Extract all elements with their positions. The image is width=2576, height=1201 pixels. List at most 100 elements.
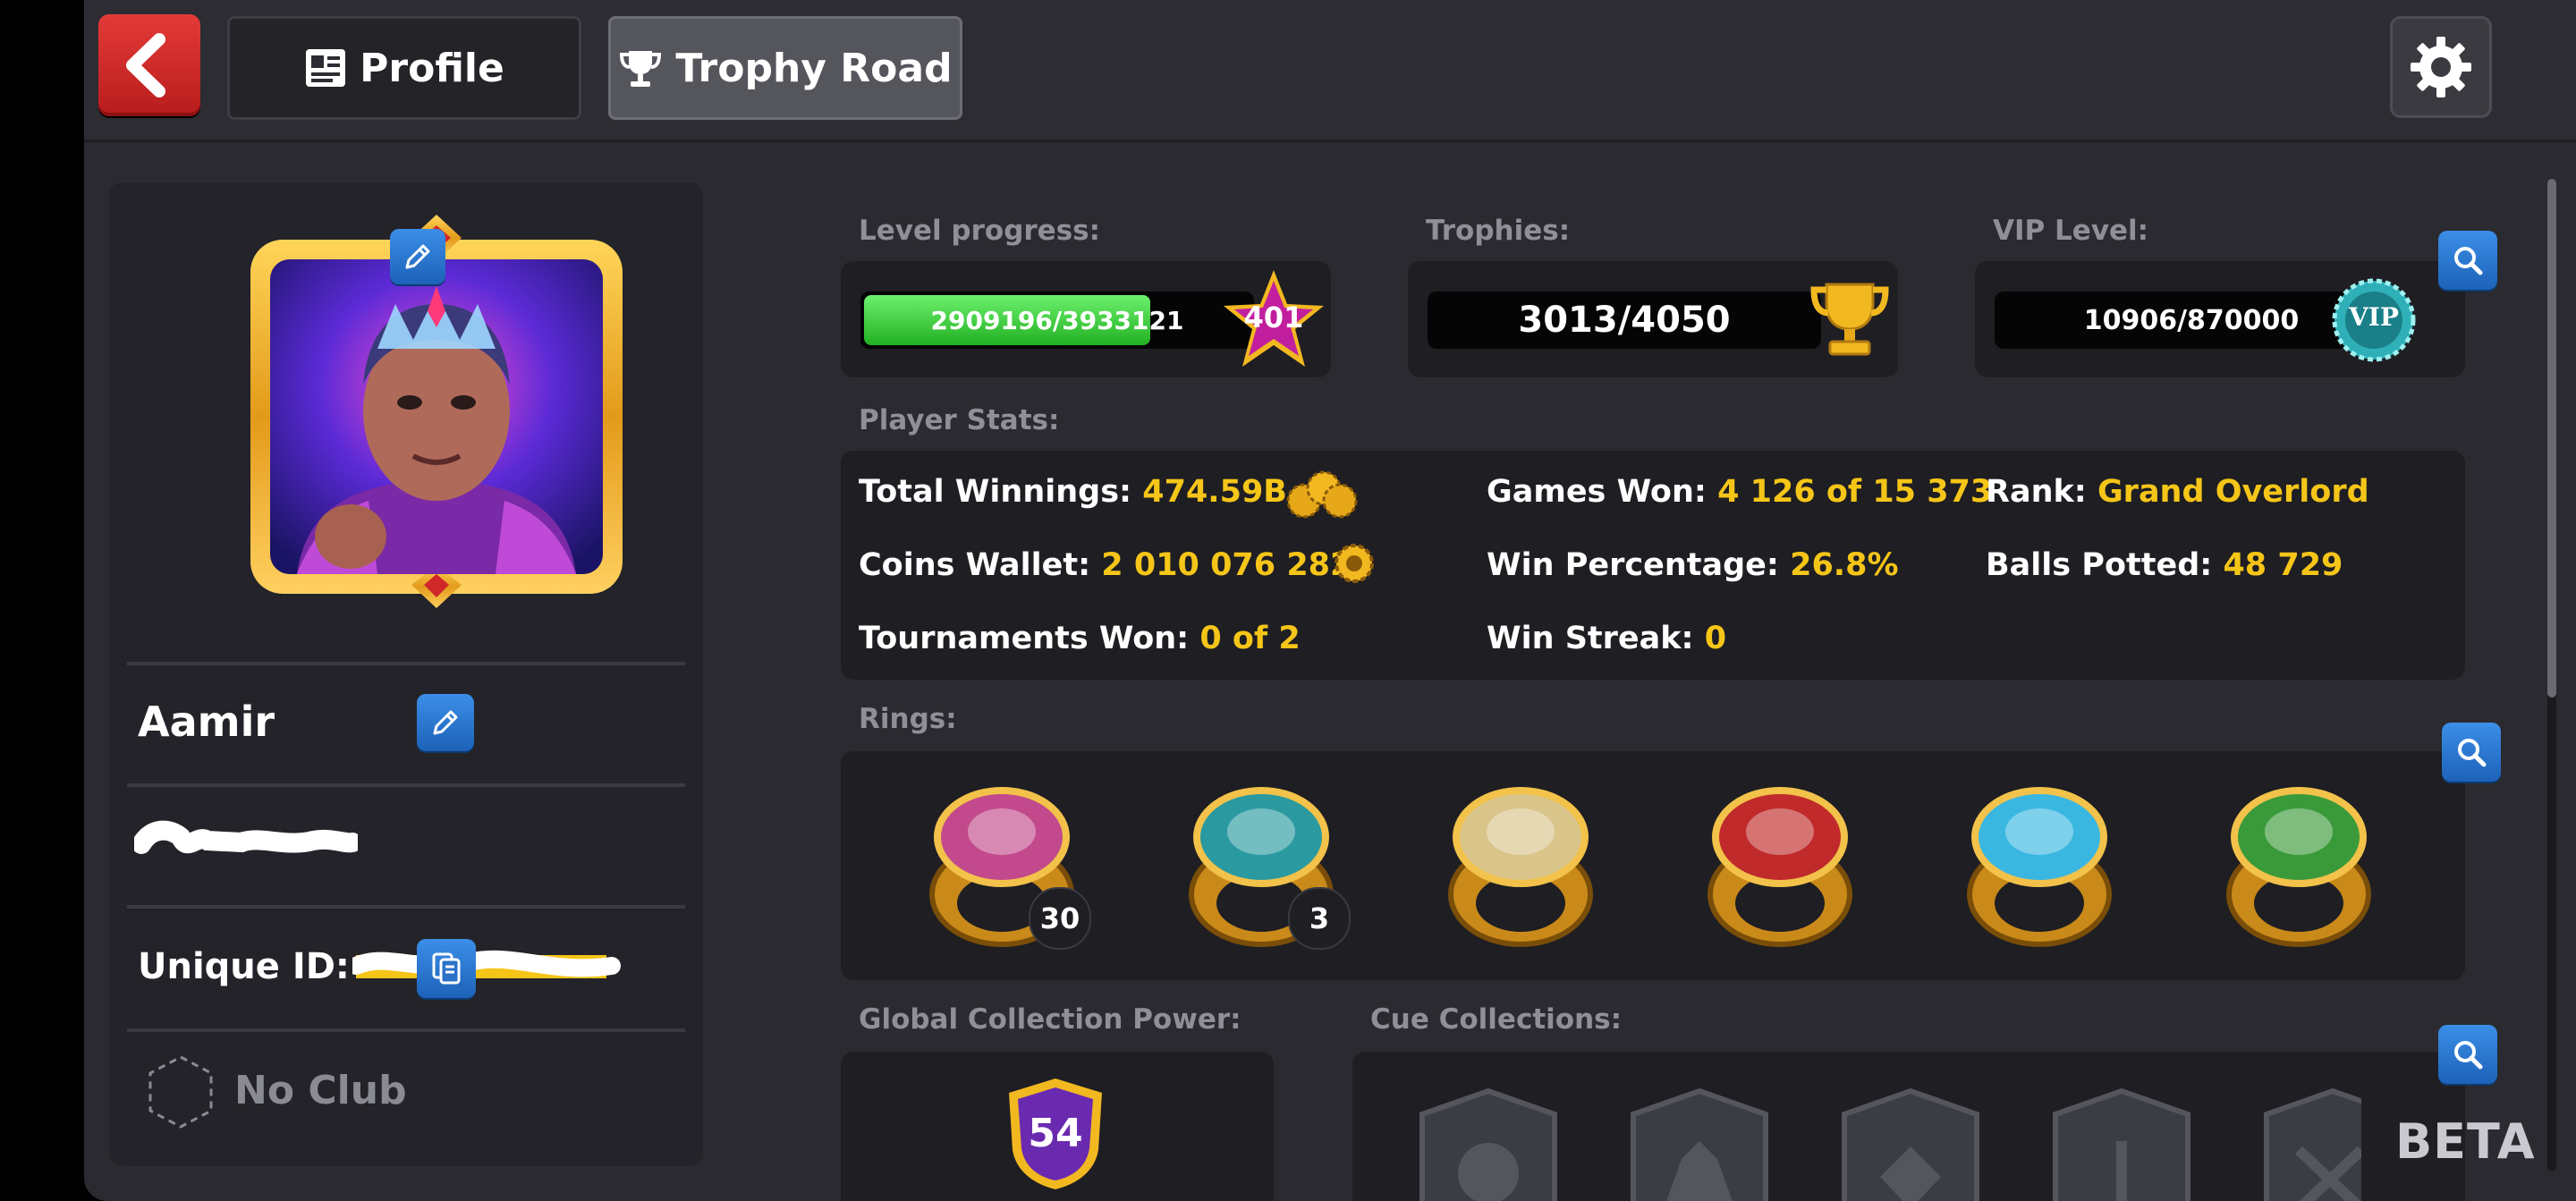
win-streak-value: 0	[1704, 621, 1727, 656]
win-percentage: Win Percentage: 26.8%	[1487, 547, 1899, 583]
level-progress-label: Level progress:	[859, 215, 1101, 247]
emerald-ring-icon	[1707, 787, 1852, 947]
scrollbar-thumb[interactable]	[2547, 179, 2556, 698]
coins-wallet-value: 2 010 076 282	[1101, 547, 1352, 583]
cue-collections-search-button[interactable]	[2438, 1025, 2497, 1084]
rank-label: Rank:	[1986, 474, 2087, 510]
pencil-icon	[405, 244, 430, 269]
cue-collection-money-badge[interactable]	[2053, 1087, 2190, 1201]
app-window: Profile Trophy Road Aamir Unique ID: No …	[84, 0, 2576, 1201]
global-collection-power-label: Global Collection Power:	[859, 1003, 1241, 1036]
balls-potted: Balls Potted: 48 729	[1986, 547, 2343, 583]
games-won-label: Games Won:	[1487, 474, 1707, 510]
win-percentage-label: Win Percentage:	[1487, 547, 1779, 583]
unique-id-label: Unique ID:	[138, 946, 350, 987]
tab-profile[interactable]: Profile	[227, 16, 581, 120]
beta-label: BETA	[2395, 1113, 2536, 1170]
dragon-ring-icon	[2226, 787, 2371, 947]
ring-item[interactable]	[1431, 778, 1610, 957]
divider	[127, 783, 685, 787]
total-winnings-label: Total Winnings:	[859, 474, 1132, 510]
magnifier-icon	[2454, 247, 2483, 275]
unique-id-row: Unique ID:	[138, 946, 350, 987]
no-club-label[interactable]: No Club	[234, 1068, 407, 1113]
coins-wallet: Coins Wallet: 2 010 076 282	[859, 547, 1352, 583]
cue-collection-badges	[1419, 1087, 2361, 1201]
vip-search-button[interactable]	[2438, 231, 2497, 290]
vip-badge-text: VIP	[2349, 302, 2399, 332]
total-winnings-value: 474.59B	[1142, 474, 1287, 510]
games-won-value: 4 126 of 15 373	[1717, 474, 1993, 510]
level-progress-bar: 2909196/3933121	[860, 292, 1254, 349]
rank-value: Grand Overlord	[2097, 474, 2369, 510]
ring-count-badge: 30	[1029, 887, 1091, 950]
rank: Rank: Grand Overlord	[1986, 474, 2369, 510]
scrollbar[interactable]	[2547, 179, 2556, 1171]
level-progress-panel: 2909196/3933121 401	[841, 261, 1331, 377]
copy-icon	[432, 952, 461, 985]
balls-potted-label: Balls Potted:	[1986, 547, 2213, 583]
level-progress-text: 2909196/3933121	[930, 305, 1184, 335]
ring-item[interactable]	[1950, 778, 2129, 957]
trophies-label: Trophies:	[1426, 215, 1571, 247]
magnifier-icon	[2454, 1041, 2483, 1070]
trophies-value: 3013/4050	[1428, 292, 1821, 349]
cue-collections-label: Cue Collections:	[1370, 1003, 1622, 1036]
redacted-scribble	[134, 820, 358, 854]
balls-potted-value: 48 729	[2223, 547, 2343, 583]
gear-icon	[2411, 37, 2471, 97]
unique-id-redacted	[352, 950, 621, 978]
pencil-icon	[433, 710, 458, 735]
divider	[127, 662, 685, 665]
cue-collection-city-badge[interactable]	[1631, 1087, 1768, 1201]
back-arrow-icon	[126, 33, 165, 97]
global-collection-panel: 54	[841, 1052, 1274, 1201]
top-bar: Profile Trophy Road	[84, 0, 2576, 142]
tab-trophy-road-label: Trophy Road	[675, 45, 953, 91]
cue-collection-8ball-badge[interactable]	[1419, 1087, 1557, 1201]
edit-name-button[interactable]	[417, 694, 474, 751]
rings-panel: 30 3	[841, 751, 2465, 980]
edit-avatar-button[interactable]	[390, 229, 445, 284]
divider	[127, 905, 685, 909]
cue-collections-panel	[1352, 1052, 2465, 1201]
ring-count-badge: 3	[1288, 887, 1351, 950]
copy-id-button[interactable]	[417, 939, 476, 998]
back-button[interactable]	[98, 14, 200, 116]
vip-value: 10906/870000	[1995, 292, 2388, 349]
club-hexagon-icon	[148, 1055, 213, 1129]
rings-search-button[interactable]	[2442, 723, 2501, 782]
trophies-panel: 3013/4050	[1408, 261, 1898, 377]
tab-trophy-road[interactable]: Trophy Road	[608, 16, 962, 120]
profile-panel: Aamir Unique ID: No Club	[109, 182, 703, 1166]
coin-stack-icon	[1286, 470, 1358, 519]
cue-collection-swords-badge[interactable]	[2264, 1087, 2361, 1201]
total-winnings: Total Winnings: 474.59B	[859, 474, 1287, 510]
tournaments-won-label: Tournaments Won:	[859, 621, 1190, 656]
level-number: 401	[1243, 300, 1304, 334]
win-streak: Win Streak: 0	[1487, 621, 1726, 656]
gold-trophy-icon	[1810, 283, 1889, 356]
ring-item[interactable]: 30	[912, 778, 1091, 957]
win-streak-label: Win Streak:	[1487, 621, 1694, 656]
divider	[127, 1028, 685, 1032]
topaz-ring-icon	[1967, 787, 2112, 947]
tournaments-won: Tournaments Won: 0 of 2	[859, 621, 1301, 656]
ring-item[interactable]	[1690, 778, 1869, 957]
ring-item[interactable]: 3	[1172, 778, 1351, 957]
tab-profile-label: Profile	[360, 45, 504, 91]
magnifier-icon	[2458, 739, 2487, 767]
player-name: Aamir	[138, 698, 275, 746]
tournaments-won-value: 0 of 2	[1199, 621, 1301, 656]
ring-item[interactable]	[2209, 778, 2388, 957]
coin-icon	[1335, 544, 1374, 583]
trophy-icon	[620, 51, 662, 87]
settings-button[interactable]	[2390, 16, 2492, 118]
games-won: Games Won: 4 126 of 15 373	[1487, 474, 1992, 510]
diamond-ring-icon	[1448, 787, 1593, 947]
vip-panel: 10906/870000 VIP	[1975, 261, 2465, 377]
collection-power-value: 54	[1028, 1111, 1083, 1156]
player-stats-panel: Total Winnings: 474.59B Coins Wallet: 2 …	[841, 451, 2465, 680]
cue-collection-gem-badge[interactable]	[1842, 1087, 1979, 1201]
profile-card-icon	[306, 49, 346, 87]
